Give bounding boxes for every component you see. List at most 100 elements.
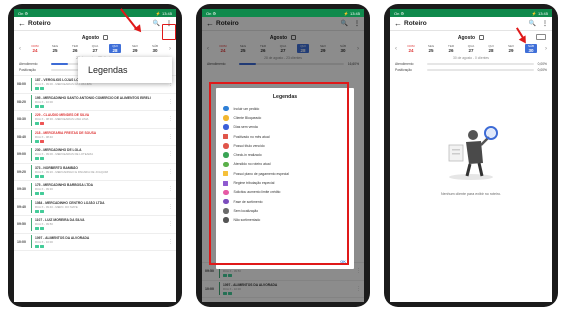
row-menu-icon[interactable]: ⋮ [168,151,173,157]
day-26[interactable]: TER 26 [445,44,457,53]
week-strip: ‹ DOM 24 SEG 25 TER 26 QUA 27 QUI 28 SEX 29 SÁB 30 › [390,41,552,53]
day-number: 25 [52,48,58,53]
highlight-legend-dialog [209,82,349,265]
day-25[interactable]: SEG 25 [425,44,437,53]
search-icon[interactable]: 🔍 [529,20,536,27]
status-right: ⚡ 13:45 [343,10,360,16]
day-25[interactable]: SEG 25 [49,44,61,53]
day-29[interactable]: SEX 29 [505,44,517,53]
list-item[interactable]: 09:40 1084 - MERCADINHO CENTRO LOJÃO LTDA… [14,199,176,216]
list-item[interactable]: 08:30 229 - CLAUDIO MENDES DE SILVA RUA X … [14,111,176,129]
highlight-more-menu [162,24,176,40]
row-divider [31,182,32,196]
tag-icon [35,104,39,108]
row-menu-icon[interactable]: ⋮ [168,186,173,192]
tag-icon [40,209,44,213]
row-divider [31,130,32,144]
day-27[interactable]: QUA 27 [89,44,101,53]
day-24[interactable]: DOM 24 [29,44,41,53]
row-time: 08:20 [17,99,26,104]
tag-icon [40,244,44,248]
next-week-icon[interactable]: › [545,46,547,52]
client-address: RUA X - 09:30 [35,187,53,192]
day-28[interactable]: QUI 28 [485,44,497,53]
list-item[interactable]: 10:00 1097 - ALIMENTOS DA ALVORADA RUA X -… [14,234,176,251]
row-text: 195 - MERCADINHO SANTO ANTONIO COMERCIO … [35,96,168,108]
row-divider [31,147,32,161]
back-icon[interactable]: ← [394,19,404,28]
row-time: 09:50 [17,222,26,227]
tag-icon [40,174,44,178]
month-label: Agosto [457,35,476,41]
client-address: RUA X - 09:50 [35,222,53,227]
row-tags [35,227,168,231]
tablet-1: On ⚙ ⚡ 13:45 ← Roteiro 🔍 ⋮ Agosto ‹ DOM 24 S… [8,4,182,307]
row-menu-icon[interactable]: ⋮ [168,239,173,245]
day-30[interactable]: SÁB 30 [525,44,537,53]
list-item[interactable]: 09:00 230 - MERCADINHO DE LOLA RUA X - 09:… [14,146,176,164]
day-number: 30 [152,48,158,53]
day-29[interactable]: SEX 29 [129,44,141,53]
more-menu-icon[interactable]: ⋮ [542,20,548,27]
tag-icon [40,157,44,161]
status-bar: On ⚙ ⚡ 13:45 [202,9,364,17]
row-time: 09:40 [17,204,26,209]
stat-value: 0,00% [537,62,547,66]
app-bar: ← Roteiro 🔍 ⋮ [14,17,176,31]
prev-week-icon[interactable]: ‹ [395,46,397,52]
day-number: 30 [528,48,534,53]
back-icon[interactable]: ← [18,19,28,28]
list-item[interactable]: 08:20 195 - MERCADINHO SANTO ANTONIO COME… [14,94,176,111]
list-item[interactable]: 08:40 218 - MERCEARIA FREITAS DE SOUSA RUA… [14,129,176,146]
row-divider [31,200,32,214]
list-item[interactable]: 09:20 373 - NORBERTO BAMBÃO RUA X - 09:20 … [14,164,176,181]
menu-item-legendas[interactable]: Legendas [78,57,172,83]
row-menu-icon[interactable]: ⋮ [168,116,173,122]
today-icon[interactable] [536,34,546,40]
row-text: 373 - NORBERTO BAMBÃO RUA X - 09:20 - MER… [35,166,168,178]
status-bar: On ⚙ ⚡ 13:45 [14,9,176,17]
day-number: 27 [92,48,98,53]
day-27[interactable]: QUA 27 [465,44,477,53]
row-time: 10:00 [17,239,26,244]
client-address: RUA X - 09:20 - MERCADINHO E PADARIA DE … [35,169,108,174]
row-time: 08:30 [17,117,26,122]
calendar-icon[interactable] [479,35,485,40]
row-menu-icon[interactable]: ⋮ [168,134,173,140]
day-summary: 30 de agosto - 0 clientes [453,56,489,60]
progress-bar [427,62,534,66]
next-week-icon[interactable]: › [169,46,171,52]
row-menu-icon[interactable]: ⋮ [168,221,173,227]
row-menu-icon[interactable]: ⋮ [168,99,173,105]
tag-icon [40,104,44,108]
row-menu-icon[interactable]: ⋮ [168,204,173,210]
tag-icon [35,209,39,213]
day-30[interactable]: SÁB 30 [149,44,161,53]
client-address: RUA X - 09:40 - MERC. DO MATE [35,204,78,209]
prev-week-icon[interactable]: ‹ [19,46,21,52]
row-text: 1084 - MERCADINHO CENTRO LOJÃO LTDA RUA X… [35,201,168,213]
tag-icon [40,227,44,231]
day-26[interactable]: TER 26 [69,44,81,53]
tag-icon [40,192,44,196]
client-address: RUA X - 08:30 - MERCEARIAS LIMA LIMA [35,117,89,122]
tablet-2: On ⚙ ⚡ 13:45 ← Roteiro 🔍 ⋮ Agosto ‹ DOM 24 S… [196,4,370,307]
week-strip: ‹ DOM 24 SEG 25 TER 26 QUA 27 QUI 28 SEX 29 SÁB 30 › [14,41,176,53]
day-number: 29 [132,48,138,53]
row-menu-icon[interactable]: ⋮ [168,169,173,175]
tag-icon [35,157,39,161]
row-tags [35,157,168,161]
day-number: 24 [408,48,414,53]
stat-atendimento: Atendimento 0,00% [390,62,552,66]
calendar-icon[interactable] [103,35,109,40]
search-icon[interactable]: 🔍 [153,20,160,27]
day-number: 27 [468,48,474,53]
day-28[interactable]: QUI 28 [109,44,121,53]
row-tags [35,244,168,248]
list-item[interactable]: 09:30 175 - MERCADINHO BARBOSA LTDA RUA X … [14,181,176,199]
tag-icon [35,227,39,231]
day-number: 28 [488,48,494,53]
list-item[interactable]: 09:50 1107 - LUIZ MOREIRA DA SILVARUA X -… [14,216,176,234]
day-24[interactable]: DOM 24 [405,44,417,53]
row-divider [31,165,32,179]
